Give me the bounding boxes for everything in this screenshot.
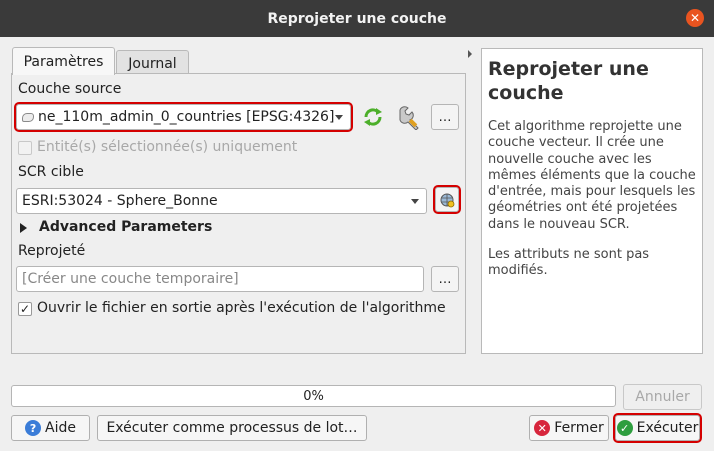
open-after-checkbox[interactable]: ✓ <box>18 302 32 316</box>
target-crs-combo[interactable]: ESRI:53024 - Sphere_Bonne <box>16 188 427 214</box>
target-crs-value: ESRI:53024 - Sphere_Bonne <box>22 193 218 209</box>
tab-journal-label: Journal <box>128 55 177 72</box>
open-after-label: Ouvrir le fichier en sortie après l'exéc… <box>37 300 446 316</box>
window-titlebar: Reprojeter une couche ✕ <box>0 0 714 37</box>
run-batch-label: Exécuter comme processus de lot… <box>106 420 358 436</box>
target-crs-label: SCR cible <box>18 164 84 180</box>
source-layer-combo[interactable]: ne_110m_admin_0_countries [EPSG:4326] <box>14 102 353 132</box>
panel-splitter-arrow-icon[interactable] <box>468 50 472 58</box>
selected-only-label: Entité(s) sélectionnée(s) uniquement <box>37 139 298 155</box>
browse-label: … <box>438 272 452 287</box>
run-label: Exécuter <box>636 420 699 436</box>
close-button[interactable]: ✕ Fermer <box>529 415 609 441</box>
help-pane: Reprojeter une couche Cet algorithme rep… <box>481 48 703 354</box>
tab-parametres-label: Paramètres <box>23 53 104 70</box>
output-label: Reprojeté <box>18 243 86 259</box>
globe-icon <box>440 193 455 207</box>
run-button[interactable]: ✓ Exécuter <box>613 413 702 443</box>
browse-label: … <box>438 110 452 125</box>
iterate-icon[interactable] <box>361 105 385 129</box>
expand-arrow-icon[interactable] <box>20 223 27 233</box>
selected-only-checkbox[interactable] <box>18 141 32 155</box>
source-layer-browse-button[interactable]: … <box>431 104 459 130</box>
close-icon: ✕ <box>534 420 551 436</box>
help-button[interactable]: ? Aide <box>11 415 90 441</box>
select-crs-button[interactable] <box>433 185 461 214</box>
help-title: Reprojeter une couche <box>488 58 649 104</box>
output-browse-button[interactable]: … <box>431 266 459 292</box>
chevron-down-icon <box>335 115 343 120</box>
tab-parametres[interactable]: Paramètres <box>12 47 115 75</box>
help-paragraph-1: Cet algorithme reprojette une couche vec… <box>488 119 696 232</box>
output-field[interactable]: [Créer une couche temporaire] <box>16 266 424 292</box>
run-batch-button[interactable]: Exécuter comme processus de lot… <box>97 415 367 441</box>
help-paragraph-2: Les attributs ne sont pas modifiés. <box>488 247 650 279</box>
cancel-label: Annuler <box>635 389 690 405</box>
help-icon: ? <box>25 420 42 436</box>
polygon-layer-icon <box>22 112 34 122</box>
cancel-button[interactable]: Annuler <box>623 384 702 410</box>
output-placeholder: [Créer une couche temporaire] <box>22 271 239 287</box>
chevron-down-icon <box>411 199 419 204</box>
source-layer-value: ne_110m_admin_0_countries [EPSG:4326] <box>38 109 335 125</box>
progress-bar: 0% <box>11 385 616 407</box>
help-label: Aide <box>45 420 76 436</box>
advanced-parameters-toggle[interactable]: Advanced Parameters <box>39 219 212 235</box>
window-title: Reprojeter une couche <box>267 10 447 27</box>
wrench-icon[interactable] <box>396 104 422 131</box>
progress-text: 0% <box>303 388 324 404</box>
source-layer-label: Couche source <box>18 81 122 97</box>
checkmark-icon: ✓ <box>616 420 633 436</box>
close-label: Fermer <box>554 420 604 436</box>
close-window-button[interactable]: ✕ <box>686 9 704 27</box>
